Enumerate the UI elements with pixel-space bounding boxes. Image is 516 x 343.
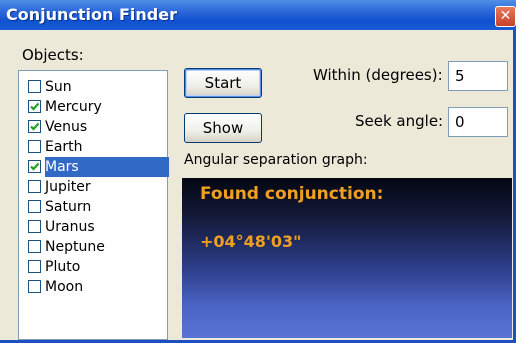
list-item-earth[interactable]: Earth	[23, 137, 167, 157]
show-button[interactable]: Show	[184, 113, 262, 143]
title-bar[interactable]: Conjunction Finder ✕	[0, 0, 516, 30]
checkbox-mercury[interactable]	[28, 100, 41, 113]
seek-angle-input[interactable]: 0	[448, 107, 508, 137]
close-button[interactable]: ✕	[495, 6, 516, 27]
list-item-neptune[interactable]: Neptune	[23, 237, 167, 257]
checkmark-icon	[30, 122, 40, 131]
checkbox-earth[interactable]	[28, 140, 41, 153]
list-item-moon[interactable]: Moon	[23, 277, 167, 297]
close-icon: ✕	[499, 8, 512, 24]
checkbox-sun[interactable]	[28, 80, 41, 93]
graph-label: Angular separation graph:	[184, 152, 368, 168]
list-item-label: Saturn	[45, 199, 92, 215]
checkbox-pluto[interactable]	[28, 260, 41, 273]
checkbox-mars[interactable]	[28, 160, 41, 173]
list-item-label: Neptune	[45, 239, 105, 255]
checkbox-venus[interactable]	[28, 120, 41, 133]
list-item-label: Pluto	[45, 259, 81, 275]
seek-angle-label: Seek angle:	[355, 112, 444, 130]
objects-label: Objects:	[22, 46, 84, 64]
list-item-label: Venus	[45, 119, 88, 135]
graph-status-title: Found conjunction:	[200, 184, 384, 204]
within-degrees-label: Within (degrees):	[313, 66, 443, 84]
objects-listbox[interactable]: Sun Mercury Venus Earth Mars Jupiter Saturn Ura…	[18, 70, 169, 340]
list-item-mercury[interactable]: Mercury	[23, 97, 167, 117]
list-item-pluto[interactable]: Pluto	[23, 257, 167, 277]
angular-separation-graph: Found conjunction: +04°48'03"	[182, 178, 512, 338]
checkbox-moon[interactable]	[28, 280, 41, 293]
list-item-label: Mercury	[45, 99, 102, 115]
list-item-label: Uranus	[45, 219, 95, 235]
start-button[interactable]: Start	[184, 68, 262, 98]
list-item-label: Jupiter	[45, 179, 91, 195]
list-item-uranus[interactable]: Uranus	[23, 217, 167, 237]
checkmark-icon	[30, 102, 40, 111]
within-degrees-input[interactable]: 5	[448, 61, 508, 91]
list-item-label: Earth	[45, 139, 83, 155]
checkbox-uranus[interactable]	[28, 220, 41, 233]
list-item-label: Mars	[45, 157, 169, 177]
checkbox-neptune[interactable]	[28, 240, 41, 253]
list-item-venus[interactable]: Venus	[23, 117, 167, 137]
conjunction-finder-window: Conjunction Finder ✕ Objects: Sun Mercury…	[0, 0, 516, 343]
list-item-saturn[interactable]: Saturn	[23, 197, 167, 217]
list-item-mars[interactable]: Mars	[23, 157, 169, 177]
list-item-jupiter[interactable]: Jupiter	[23, 177, 167, 197]
checkmark-icon	[30, 162, 40, 171]
checkbox-jupiter[interactable]	[28, 180, 41, 193]
window-title: Conjunction Finder	[6, 5, 177, 24]
checkbox-saturn[interactable]	[28, 200, 41, 213]
list-item-label: Sun	[45, 79, 72, 95]
list-item-label: Moon	[45, 279, 84, 295]
list-item-sun[interactable]: Sun	[23, 77, 167, 97]
graph-separation-value: +04°48'03"	[200, 232, 302, 251]
